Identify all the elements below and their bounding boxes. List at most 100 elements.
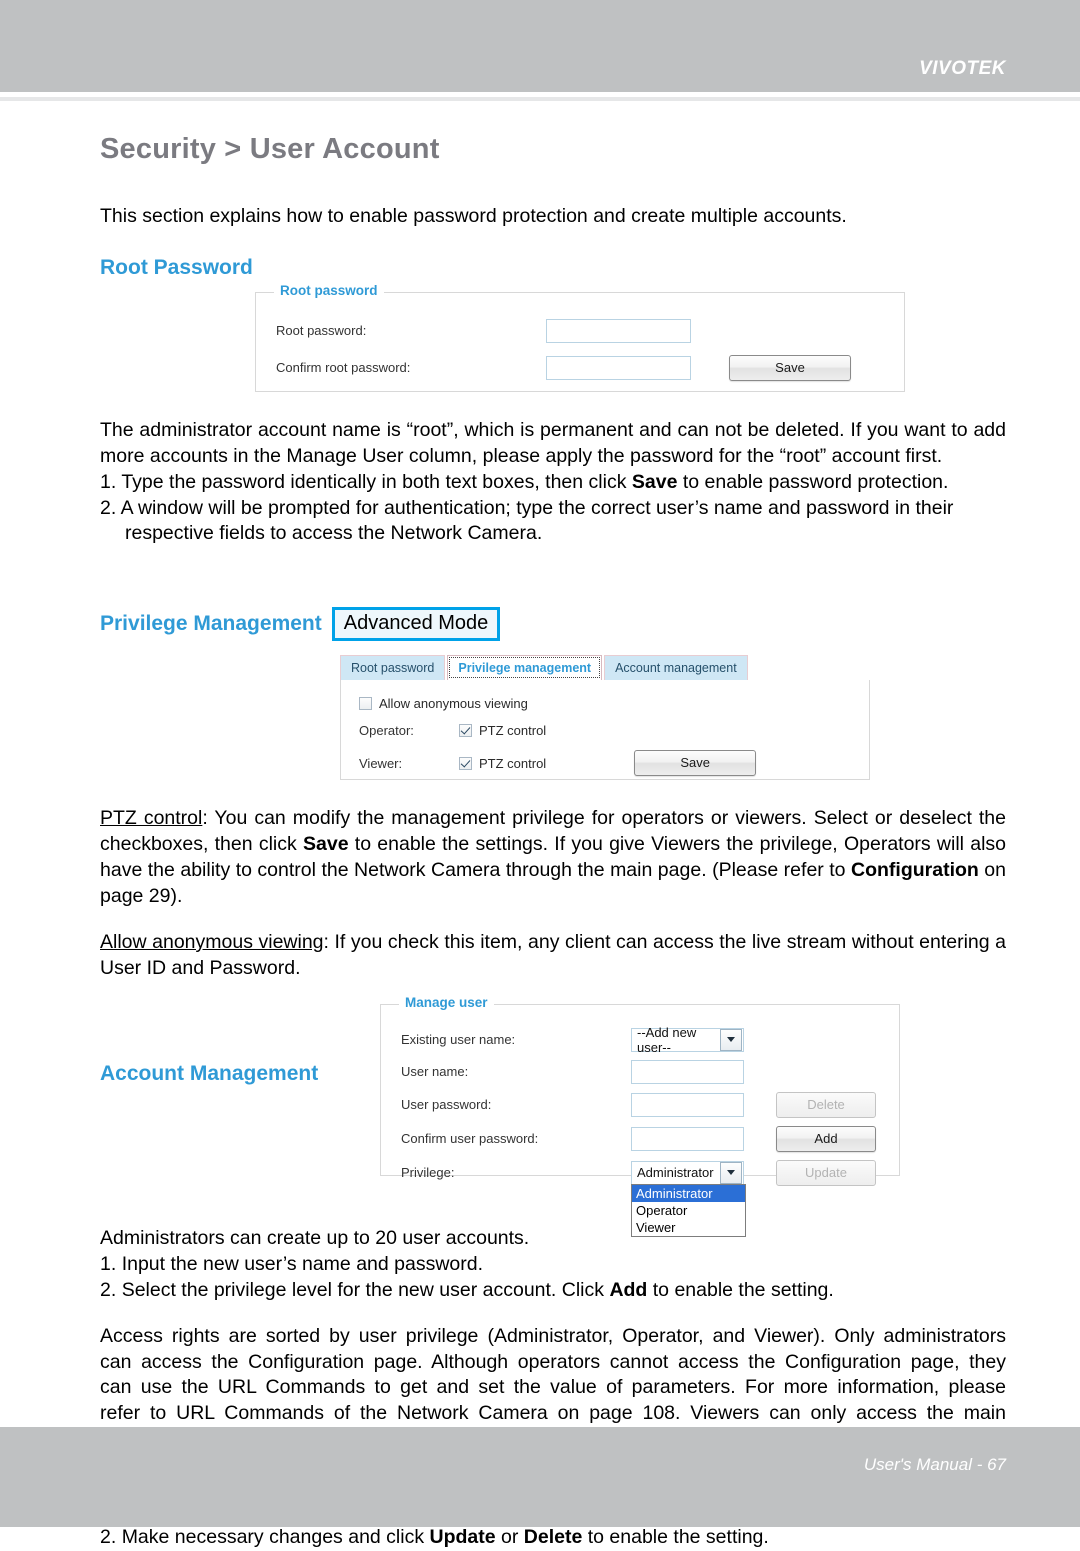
root-password-save-button[interactable]: Save (729, 354, 851, 381)
page-content: Security > User Account This section exp… (0, 101, 1080, 1551)
privilege-management-heading-label: Privilege Management (100, 612, 322, 636)
chevron-down-icon[interactable] (720, 1028, 742, 1051)
step-number: 2. (100, 1278, 117, 1301)
step-number: 2. (100, 1526, 117, 1549)
privilege-row: Privilege: Administrator Update Administ… (401, 1159, 879, 1237)
step-text: Type the password identically in both te… (121, 470, 632, 493)
existing-user-name-label: Existing user name: (401, 1032, 516, 1048)
step-text-mid: or (495, 1526, 524, 1549)
operator-ptz-control-checkbox[interactable] (459, 724, 472, 738)
allow-anonymous-viewing-row: Allow anonymous viewing (359, 696, 851, 711)
operator-ptz-control-label: PTZ control (479, 723, 547, 739)
viewer-label: Viewer: (359, 755, 403, 771)
allow-anonymous-viewing-label: Allow anonymous viewing (379, 696, 528, 712)
user-password-input[interactable] (631, 1092, 744, 1117)
tab-root-password[interactable]: Root password (340, 655, 446, 681)
section-heading-root-password: Root Password (100, 256, 1006, 280)
root-password-legend: Root password (274, 282, 384, 298)
confirm-user-password-input[interactable] (631, 1126, 744, 1151)
allow-anonymous-viewing-term: Allow anonymous viewing (100, 931, 324, 954)
root-password-label: Root password: (276, 323, 367, 339)
step-number: 1. (100, 1252, 117, 1275)
section-heading-account-management: Account Management (100, 1062, 318, 1086)
ptz-control-bold-configuration: Configuration (851, 859, 979, 882)
advanced-mode-badge: Advanced Mode (331, 607, 501, 642)
add-user-button[interactable]: Add (776, 1125, 876, 1152)
step-text: Select the privilege level for the new u… (121, 1278, 610, 1301)
allow-anonymous-viewing-checkbox[interactable] (359, 697, 372, 711)
privilege-label: Privilege: (401, 1165, 455, 1181)
page-title: Security > User Account (100, 133, 440, 165)
user-name-input[interactable] (631, 1059, 744, 1084)
update-user-button[interactable]: Update (776, 1159, 876, 1186)
step-number: 2. (100, 496, 117, 519)
delete-user-button[interactable]: Delete (776, 1091, 876, 1118)
vivotek-logo: VIVOTEK (919, 58, 1006, 79)
privilege-option-operator[interactable]: Operator (632, 1202, 745, 1219)
step-number: 1. (100, 470, 117, 493)
manage-user-panel: Manage user Existing user name: --Add ne… (380, 994, 900, 1237)
user-password-label: User password: (401, 1097, 492, 1113)
ptz-control-paragraph: PTZ control: You can modify the manageme… (100, 806, 1006, 910)
root-password-steps: 1. Type the password identically in both… (100, 470, 1006, 548)
tab-account-management[interactable]: Account management (604, 655, 748, 681)
privilege-options-list[interactable]: Administrator Operator Viewer (631, 1183, 746, 1237)
chevron-down-icon[interactable] (720, 1161, 742, 1184)
footer-page-label: User's Manual - 67 (863, 1455, 1006, 1474)
list-item: 1. Type the password identically in both… (100, 470, 1006, 496)
root-password-paragraph: The administrator account name is “root”… (100, 418, 1006, 467)
confirm-root-password-row: Confirm root password: Save (276, 354, 884, 381)
operator-label: Operator: (359, 723, 414, 739)
settings-tabstrip: Root password Privilege management Accou… (340, 655, 870, 681)
section-heading-privilege-management: Privilege Management Advanced Mode (100, 607, 1006, 642)
account-management-steps: 1. Input the new user’s name and passwor… (100, 1252, 1006, 1304)
root-password-heading-label: Root Password (100, 255, 253, 279)
ptz-control-term: PTZ control (100, 807, 203, 830)
step-bold: Add (609, 1278, 648, 1301)
account-management-intro: Administrators can create up to 20 user … (100, 1226, 530, 1249)
page-header-band: VIVOTEK (0, 0, 1080, 92)
root-password-panel: Root password Root password: Confirm roo… (255, 282, 905, 392)
viewer-ptz-control-label: PTZ control (479, 755, 547, 771)
step-text: Input the new user’s name and password. (121, 1252, 484, 1275)
user-name-label: User name: (401, 1064, 469, 1080)
step-text: Make necessary changes and click (121, 1526, 430, 1549)
ptz-control-bold-save: Save (303, 833, 349, 856)
user-password-row: User password: Delete (401, 1091, 879, 1118)
privilege-selected-value: Administrator (637, 1165, 714, 1181)
list-item: 2. Make necessary changes and click Upda… (100, 1525, 1006, 1551)
confirm-root-password-input[interactable] (546, 355, 691, 380)
list-item: 2. A window will be prompted for authent… (100, 496, 1006, 548)
step-bold-update: Update (429, 1526, 496, 1549)
step-text-tail: to enable the setting. (582, 1526, 769, 1549)
privilege-management-panel: Allow anonymous viewing Operator: PTZ co… (340, 680, 870, 781)
account-management-heading-label: Account Management (100, 1061, 319, 1085)
existing-user-name-select[interactable]: --Add new user-- (631, 1024, 744, 1055)
user-name-row: User name: (401, 1059, 879, 1084)
root-password-input[interactable] (546, 318, 691, 343)
page-footer-band: User's Manual - 67 (0, 1427, 1080, 1527)
root-password-row: Root password: (276, 318, 884, 343)
existing-user-name-value: --Add new user-- (637, 1024, 697, 1055)
confirm-user-password-label: Confirm user password: (401, 1131, 539, 1147)
viewer-privilege-row: Viewer: PTZ control Save (359, 750, 851, 777)
intro-paragraph: This section explains how to enable pass… (100, 205, 847, 227)
step-bold: Save (631, 470, 678, 493)
operator-privilege-row: Operator: PTZ control (359, 723, 851, 738)
viewer-ptz-control-checkbox[interactable] (459, 756, 472, 770)
existing-user-name-row: Existing user name: --Add new user-- (401, 1024, 879, 1055)
allow-anonymous-viewing-paragraph: Allow anonymous viewing: If you check th… (100, 930, 1006, 982)
manage-user-legend: Manage user (399, 994, 494, 1010)
privilege-option-viewer[interactable]: Viewer (632, 1219, 745, 1236)
privilege-option-administrator[interactable]: Administrator (632, 1184, 745, 1202)
privilege-select[interactable]: Administrator (631, 1160, 744, 1185)
step-bold-delete: Delete (523, 1526, 583, 1549)
step-text: A window will be prompted for authentica… (120, 496, 954, 545)
confirm-user-password-row: Confirm user password: Add (401, 1125, 879, 1152)
list-item: 1. Input the new user’s name and passwor… (100, 1252, 1006, 1278)
tab-privilege-management[interactable]: Privilege management (447, 655, 603, 681)
step-text-tail: to enable password protection. (677, 470, 949, 493)
privilege-save-button[interactable]: Save (634, 750, 757, 777)
step-text-tail: to enable the setting. (647, 1278, 834, 1301)
confirm-root-password-label: Confirm root password: (276, 360, 411, 376)
